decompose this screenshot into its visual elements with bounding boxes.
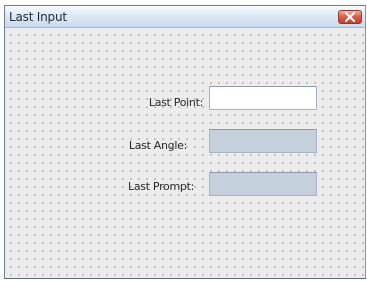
last-prompt-label: Last Prompt: xyxy=(128,180,194,193)
last-point-label: Last Point: xyxy=(148,96,203,109)
last-input-window: Last Input Last Point: Last Angle: Last … xyxy=(4,5,366,279)
close-button[interactable] xyxy=(338,10,362,24)
window-title: Last Input xyxy=(9,10,67,24)
close-icon xyxy=(345,12,355,22)
last-angle-field[interactable] xyxy=(209,129,317,153)
title-bar[interactable]: Last Input xyxy=(5,6,365,28)
form-canvas: Last Point: Last Angle: Last Prompt: xyxy=(5,28,365,278)
last-prompt-field[interactable] xyxy=(209,172,317,196)
last-angle-label: Last Angle: xyxy=(128,139,187,152)
last-point-field[interactable] xyxy=(209,86,317,110)
